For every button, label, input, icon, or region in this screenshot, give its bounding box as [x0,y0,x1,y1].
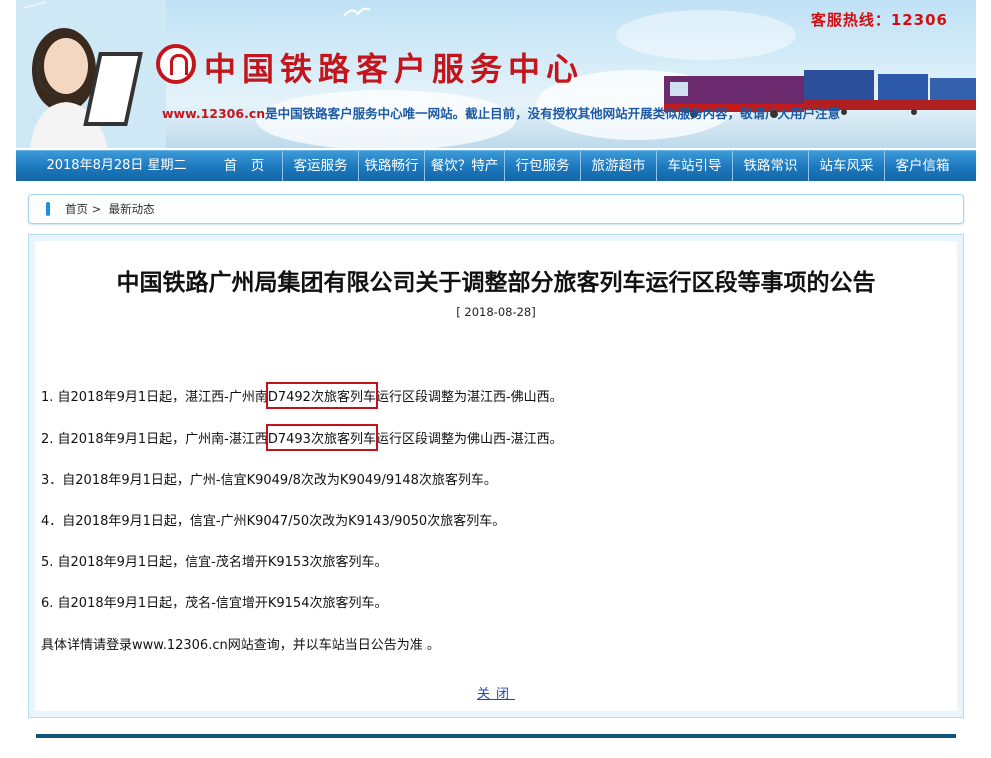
nav-item-luggage-service[interactable]: 行包服务 [504,151,580,181]
breadcrumb-current[interactable]: 最新动态 [109,202,155,216]
page: 客服热线：12306 中国铁路客户服务中心 www.12306.cn是中国铁路客… [16,0,976,758]
nav-item-food-specialties[interactable]: 餐饮？特产 [424,151,504,181]
article-item-1-text-after: 运行区段调整为湛江西-佛山西。 [375,390,563,405]
breadcrumb-separator: > [91,202,102,216]
site-banner: 客服热线：12306 中国铁路客户服务中心 www.12306.cn是中国铁路客… [16,0,976,148]
breadcrumb-text: 首页 > 最新动态 [65,195,155,223]
article-item-2-text-before: 2. 自2018年9月1日起，广州南-湛江西 [41,432,268,447]
nav-item-home[interactable]: 首 页 [206,151,282,181]
article-item-4: 4．自2018年9月1日起，信宜-广州K9047/50次改为K9143/9050… [41,514,506,529]
nav-item-station-guide[interactable]: 车站引导 [656,151,732,181]
highlighted-train-number: D7492次旅客列车 [265,382,379,409]
article-item-1: 1. 自2018年9月1日起，湛江西-广州南D7492次旅客列车运行区段调整为湛… [41,382,563,409]
article-title: 中国铁路广州局集团有限公司关于调整部分旅客列车运行区段等事项的公告 [116,270,876,296]
highlighted-train-number: D7493次旅客列车 [265,424,379,451]
breadcrumb: 首页 > 最新动态 [28,194,964,224]
site-tagline: www.12306.cn是中国铁路客户服务中心唯一网站。截止目前，没有授权其他网… [162,103,840,122]
nav-item-railway-travel[interactable]: 铁路畅行 [358,151,424,181]
railway-logo-icon [156,44,196,84]
tagline-text: 是中国铁路客户服务中心唯一网站。截止目前，没有授权其他网站开展类似服务内容，敬请… [265,106,841,121]
article-item-6: 6. 自2018年9月1日起，茂名-信宜增开K9154次旅客列车。 [41,596,388,611]
nav-item-customer-mailbox[interactable]: 客户信箱 [884,151,960,181]
article-item-2: 2. 自2018年9月1日起，广州南-湛江西D7493次旅客列车运行区段调整为佛… [41,424,563,451]
article-body: 中国铁路广州局集团有限公司关于调整部分旅客列车运行区段等事项的公告 [ 2018… [35,241,957,711]
nav-date: 2018年8月28日 星期二 [46,158,187,173]
article-container: 中国铁路广州局集团有限公司关于调整部分旅客列车运行区段等事项的公告 [ 2018… [28,234,964,718]
bird-icon [343,7,371,17]
tagline-url: www.12306.cn [162,106,266,121]
customer-service-agent-image [16,0,166,148]
nav-item-station-showcase[interactable]: 站车风采 [808,151,884,181]
nav-item-travel-market[interactable]: 旅游超市 [580,151,656,181]
article-item-1-text-before: 1. 自2018年9月1日起，湛江西-广州南 [41,390,268,405]
article-date: [ 2018-08-28] [456,305,536,319]
article-item-2-text-after: 运行区段调整为佛山西-湛江西。 [375,432,563,447]
site-title: 中国铁路客户服务中心 [204,50,585,88]
hotline-text: 客服热线：12306 [810,11,948,29]
nav-item-passenger-service[interactable]: 客运服务 [282,151,358,181]
article-item-3: 3．自2018年9月1日起，广州-信宜K9049/8次改为K9049/9148次… [41,473,497,488]
close-button[interactable]: 关闭 [477,687,515,702]
cloud-decoration [616,10,796,60]
nav-items: 首 页 客运服务 铁路畅行 餐饮？特产 行包服务 旅游超市 车站引导 铁路常识 … [206,151,960,181]
breadcrumb-home-link[interactable]: 首页 [65,202,88,216]
nav-item-railway-knowledge[interactable]: 铁路常识 [732,151,808,181]
article-note: 具体详情请登录www.12306.cn网站查询，并以车站当日公告为准 。 [41,638,440,653]
main-nav: 2018年8月28日 星期二 首 页 客运服务 铁路畅行 餐饮？特产 行包服务 … [16,150,976,181]
article-item-5: 5. 自2018年9月1日起，信宜-茂名增开K9153次旅客列车。 [41,555,388,570]
footer-divider [36,734,956,738]
breadcrumb-marker-icon [46,202,50,216]
close-link-wrapper: 关闭 [35,683,957,702]
